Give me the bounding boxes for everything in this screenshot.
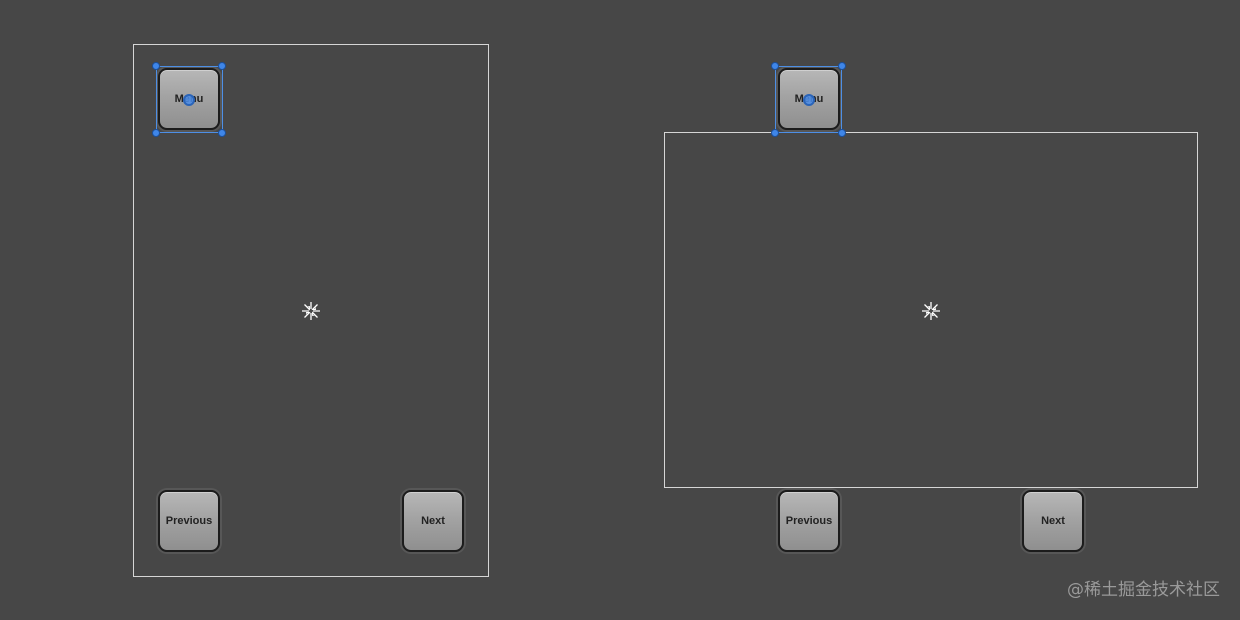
previous-button[interactable]: Previous <box>158 490 220 552</box>
pivot-handle[interactable] <box>803 94 815 106</box>
previous-button-label: Previous <box>165 515 213 527</box>
anchor-gizmo-icon[interactable] <box>299 299 323 323</box>
resize-handle-bottom-right[interactable] <box>838 129 846 137</box>
resize-handle-bottom-left[interactable] <box>771 129 779 137</box>
next-button[interactable]: Next <box>402 490 464 552</box>
previous-button-label: Previous <box>785 515 833 527</box>
resize-handle-top-right[interactable] <box>838 62 846 70</box>
resize-handle-bottom-left[interactable] <box>152 129 160 137</box>
pivot-handle[interactable] <box>183 94 195 106</box>
previous-button[interactable]: Previous <box>778 490 840 552</box>
resize-handle-bottom-right[interactable] <box>218 129 226 137</box>
resize-handle-top-left[interactable] <box>152 62 160 70</box>
next-button[interactable]: Next <box>1022 490 1084 552</box>
next-button-label: Next <box>421 515 445 527</box>
watermark-text: @稀土掘金技术社区 <box>1067 580 1220 600</box>
anchor-gizmo-icon[interactable] <box>919 299 943 323</box>
next-button-label: Next <box>1041 515 1065 527</box>
resize-handle-top-left[interactable] <box>771 62 779 70</box>
resize-handle-top-right[interactable] <box>218 62 226 70</box>
